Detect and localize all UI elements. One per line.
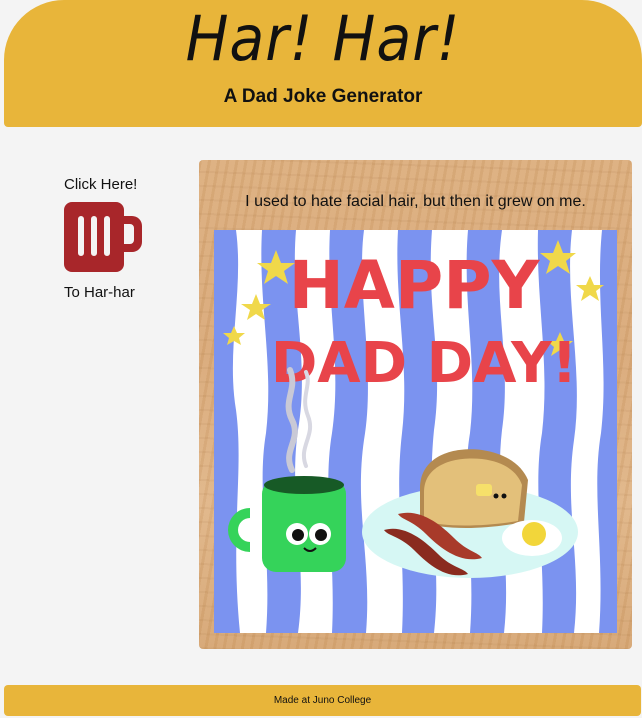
happy-dad-day-illustration: HAPPY DAD DAY! (214, 230, 617, 633)
page-title: Har! Har! (185, 2, 461, 75)
generate-joke-button[interactable] (64, 200, 142, 274)
page-subtitle: A Dad Joke Generator (223, 86, 423, 107)
header-banner: Har! Har! A Dad Joke Generator (4, 0, 642, 127)
footer-credit: Made at Juno College (273, 695, 372, 706)
card-happy-text: HAPPY (289, 247, 541, 324)
card-dad-day-text: DAD DAY! (271, 331, 577, 396)
footer: Made at Juno College (4, 685, 641, 716)
har-har-label: To Har-har (64, 284, 135, 301)
joke-card: I used to hate facial hair, but then it … (199, 160, 632, 649)
joke-text: I used to hate facial hair, but then it … (245, 193, 586, 210)
click-here-label: Click Here! (64, 176, 138, 193)
joke-trigger-panel: Click Here! To Har-har (64, 176, 174, 301)
beer-mug-icon (64, 202, 142, 272)
